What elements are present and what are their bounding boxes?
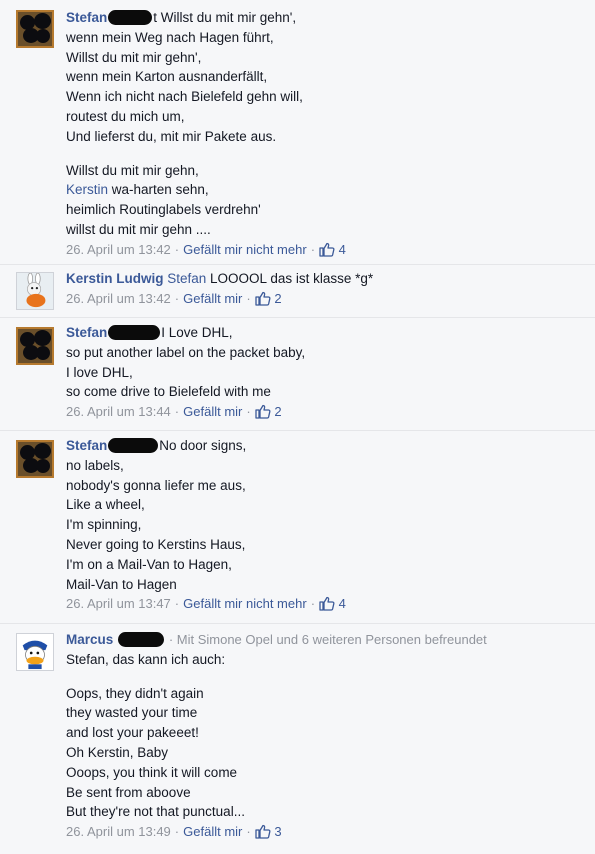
comment-line: Never going to Kerstins Haus, xyxy=(66,536,246,552)
comment-line: Mail-Van to Hagen xyxy=(66,576,177,592)
comment-line: heimlich Routinglabels verdrehn' xyxy=(66,202,261,218)
comment-line: Stefan, das kann ich auch: xyxy=(66,651,226,667)
comment-line: Be sent from aboove xyxy=(66,784,191,800)
thumbs-up-icon[interactable] xyxy=(255,824,271,839)
friend-info: · Mit Simone Opel und 6 weiteren Persone… xyxy=(168,632,487,647)
timestamp[interactable]: 26. April um 13:42 xyxy=(66,242,171,257)
timestamp[interactable]: 26. April um 13:49 xyxy=(66,824,171,839)
comment-line: I Love DHL, xyxy=(161,325,233,340)
comment-line: No door signs, xyxy=(159,438,247,453)
like-count[interactable]: 4 xyxy=(339,596,346,611)
comment-line: no labels, xyxy=(66,457,124,473)
mention-link[interactable]: Stefan xyxy=(167,271,206,286)
like-button[interactable]: Gefällt mir nicht mehr xyxy=(183,596,307,611)
like-count[interactable]: 4 xyxy=(339,242,346,257)
comment-line: I'm on a Mail-Van to Hagen, xyxy=(66,556,232,572)
comment-line: t Willst du mit mir gehn', xyxy=(153,10,297,25)
comment-line: and lost your pakeeet! xyxy=(66,725,199,741)
like-count[interactable]: 2 xyxy=(274,291,281,306)
comment-line: Willst du mit mir gehn, xyxy=(66,162,199,178)
comment-author[interactable]: Kerstin Ludwig xyxy=(66,271,164,286)
like-button[interactable]: Gefällt mir nicht mehr xyxy=(183,242,307,257)
comment-line: Wenn ich nicht nach Bielefeld gehn will, xyxy=(66,89,303,105)
timestamp[interactable]: 26. April um 13:44 xyxy=(66,404,171,419)
comment-meta: 26. April um 13:49 · Gefällt mir · 3 xyxy=(66,824,282,840)
comment-line: wenn mein Weg nach Hagen führt, xyxy=(66,29,274,45)
comment-line: routest du mich um, xyxy=(66,108,185,124)
comment-line: I love DHL, xyxy=(66,364,133,380)
comment-line: so put another label on the packet baby, xyxy=(66,344,306,360)
thumbs-up-icon[interactable] xyxy=(255,291,271,306)
comment-line: wa-harten sehn, xyxy=(108,182,209,198)
comment-3: Stefan I Love DHL, so put another label o… xyxy=(0,317,595,430)
comment-line: willst du mit mir gehn .... xyxy=(66,221,211,237)
avatar[interactable] xyxy=(16,272,54,310)
avatar[interactable] xyxy=(16,633,54,671)
comment-line: But they're not that punctual... xyxy=(66,804,245,820)
comment-1: Stefan t Willst du mit mir gehn', wenn me… xyxy=(0,0,595,264)
like-button[interactable]: Gefällt mir xyxy=(183,291,242,306)
redaction-mark xyxy=(118,632,165,647)
comment-line: Oops, they didn't again xyxy=(66,685,204,701)
redaction-mark xyxy=(108,325,161,340)
like-count[interactable]: 3 xyxy=(274,824,281,839)
comment-line: wenn mein Karton ausnanderfällt, xyxy=(66,69,268,85)
thumbs-up-icon[interactable] xyxy=(255,404,271,419)
redaction-mark xyxy=(108,10,153,25)
comment-author[interactable]: Marcus xyxy=(66,632,113,647)
avatar[interactable] xyxy=(16,440,54,478)
comment-line: so come drive to Bielefeld with me xyxy=(66,384,271,400)
comment-text: LOOOOL das ist klasse *g* xyxy=(206,271,374,286)
like-button[interactable]: Gefällt mir xyxy=(183,824,242,839)
comment-meta: 26. April um 13:42 · Gefällt mir nicht meh… xyxy=(66,241,346,257)
timestamp[interactable]: 26. April um 13:47 xyxy=(66,596,171,611)
timestamp[interactable]: 26. April um 13:42 xyxy=(66,291,171,306)
comment-line: Willst du mit mir gehn', xyxy=(66,49,202,65)
comment-line: I'm spinning, xyxy=(66,517,142,533)
mention-link[interactable]: Kerstin xyxy=(66,182,108,197)
comment-line: Like a wheel, xyxy=(66,497,145,513)
like-button[interactable]: Gefällt mir xyxy=(183,404,242,419)
comment-author[interactable]: Stefan xyxy=(66,10,107,25)
comment-2: Kerstin Ludwig Stefan LOOOOL das ist kla… xyxy=(0,264,595,317)
avatar[interactable] xyxy=(16,327,54,365)
avatar[interactable] xyxy=(16,10,54,48)
comment-meta: 26. April um 13:44 · Gefällt mir · 2 xyxy=(66,404,282,420)
comment-5: Marcus · Mit Simone Opel und 6 weiteren … xyxy=(0,623,595,854)
like-count[interactable]: 2 xyxy=(274,404,281,419)
comment-author[interactable]: Stefan xyxy=(66,325,107,340)
thumbs-up-icon[interactable] xyxy=(319,242,335,257)
comment-line: Ooops, you think it will come xyxy=(66,764,238,780)
comment-line: Und lieferst du, mit mir Pakete aus. xyxy=(66,128,277,144)
comment-author[interactable]: Stefan xyxy=(66,438,107,453)
comment-line: nobody's gonna liefer me aus, xyxy=(66,477,246,493)
comment-line: Oh Kerstin, Baby xyxy=(66,744,169,760)
thumbs-up-icon[interactable] xyxy=(319,596,335,612)
comment-line: they wasted your time xyxy=(66,705,198,721)
comment-4: Stefan No door signs, no labels, nobody's… xyxy=(0,430,595,623)
comment-meta: 26. April um 13:42 · Gefällt mir · 2 xyxy=(66,290,282,306)
redaction-mark xyxy=(108,438,159,453)
comment-meta: 26. April um 13:47 · Gefällt mir nicht meh… xyxy=(66,596,346,612)
